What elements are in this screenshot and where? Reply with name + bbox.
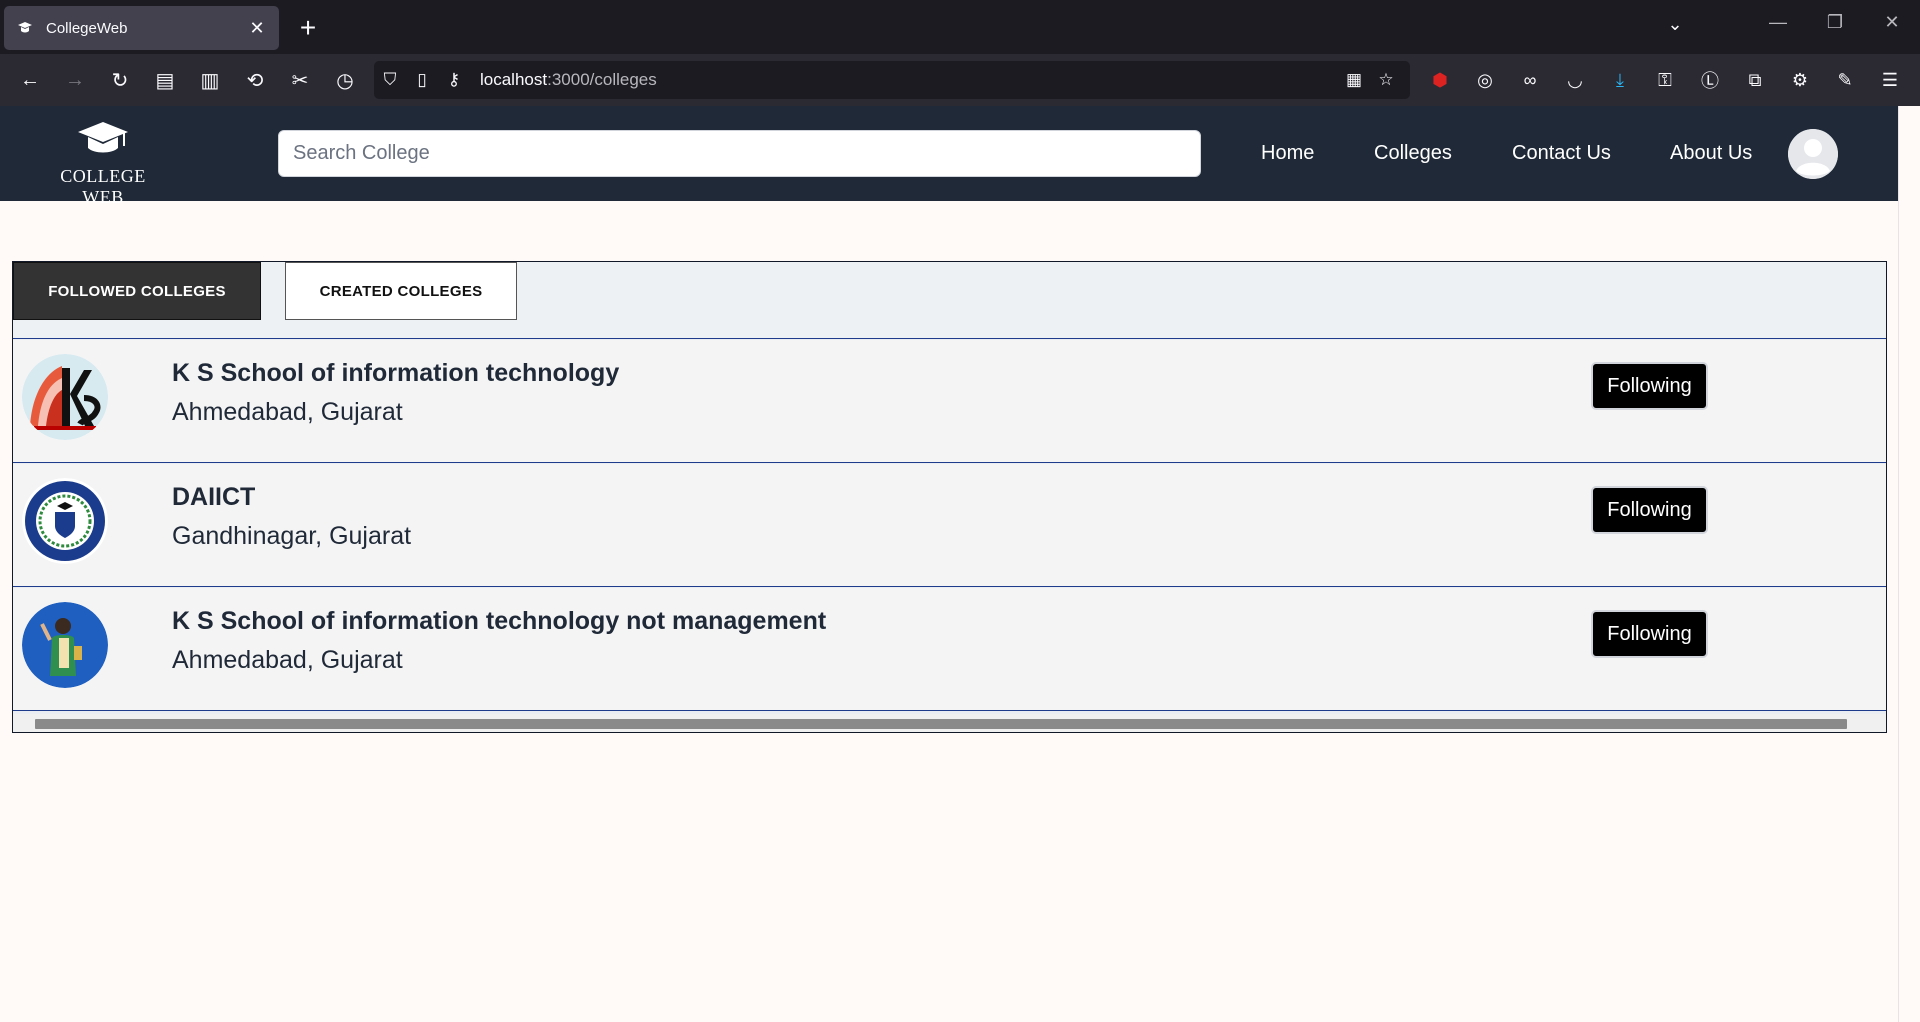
following-button[interactable]: Following [1591, 486, 1708, 534]
horizontal-scrollbar-thumb[interactable] [35, 719, 1847, 729]
reload-icon[interactable]: ↻ [104, 64, 136, 96]
minimize-window-icon[interactable]: — [1758, 12, 1798, 33]
tab-created-colleges[interactable]: CREATED COLLEGES [285, 262, 517, 320]
clock-icon[interactable]: ◷ [329, 64, 361, 96]
horizontal-scrollbar[interactable] [13, 714, 1886, 732]
restore-window-icon[interactable]: ❐ [1815, 12, 1855, 33]
app-menu-icon[interactable]: ☰ [1874, 64, 1906, 96]
graduation-cap-favicon-icon [16, 19, 34, 37]
following-button[interactable]: Following [1591, 610, 1708, 658]
close-tab-icon[interactable]: ✕ [247, 18, 267, 38]
page-viewport: COLLEGE WEB Home Colleges Contact Us Abo… [0, 106, 1898, 1022]
following-button[interactable]: Following [1591, 362, 1708, 410]
college-location: Gandhinagar, Gujarat [172, 522, 412, 550]
ks-school-logo [22, 354, 108, 440]
screenshot-icon[interactable]: ✂ [284, 64, 316, 96]
pocket-icon[interactable]: ◡ [1559, 64, 1591, 96]
pen-icon[interactable]: ✎ [1829, 64, 1861, 96]
graduation-cap-icon [38, 120, 168, 166]
college-location: Ahmedabad, Gujarat [172, 646, 403, 674]
browser-toolbar: ← → ↻ ▤ ▥ ⟲ ✂ ◷ ⛉ ▯ ⚷ localhost:3000/col… [0, 54, 1920, 106]
mask-icon[interactable]: ∞ [1514, 64, 1546, 96]
site-logo[interactable]: COLLEGE WEB [38, 120, 168, 207]
password-key-icon[interactable]: ⚿ [1649, 64, 1681, 96]
college-name[interactable]: DAIICT [172, 483, 255, 512]
forward-icon[interactable]: → [59, 64, 91, 96]
college-row[interactable]: DAIICT Gandhinagar, Gujarat Following [13, 464, 1886, 587]
download-icon[interactable]: ⤓ [1604, 64, 1636, 96]
history-icon[interactable]: ⟲ [239, 64, 271, 96]
glasses-extension-icon[interactable]: ◎ [1469, 64, 1501, 96]
tab-followed-colleges[interactable]: FOLLOWED COLLEGES [13, 262, 261, 320]
nav-colleges-link[interactable]: Colleges [1374, 142, 1452, 165]
extensions-icon[interactable]: ⧉ [1739, 64, 1771, 96]
user-avatar-icon[interactable] [1788, 129, 1838, 179]
new-tab-button[interactable]: + [292, 12, 324, 44]
browser-tab-title: CollegeWeb [46, 19, 128, 37]
nav-home-link[interactable]: Home [1261, 142, 1314, 165]
browser-tab[interactable]: CollegeWeb ✕ [4, 6, 279, 50]
nav-about-link[interactable]: About Us [1670, 142, 1752, 165]
college-photo-logo [22, 602, 108, 688]
college-tabs: FOLLOWED COLLEGES CREATED COLLEGES [13, 262, 1886, 339]
search-input[interactable] [278, 130, 1201, 177]
college-name[interactable]: K S School of information technology [172, 359, 619, 388]
vertical-scrollbar[interactable] [1898, 106, 1920, 1022]
colleges-panel: FOLLOWED COLLEGES CREATED COLLEGES K S S… [12, 261, 1887, 733]
nav-contact-link[interactable]: Contact Us [1512, 142, 1611, 165]
browser-tabbar: CollegeWeb ✕ + ⌄ — ❐ ✕ [0, 0, 1920, 54]
page-icon: ▯ [417, 70, 427, 89]
back-icon[interactable]: ← [14, 64, 46, 96]
college-name[interactable]: K S School of information technology not… [172, 607, 826, 636]
address-bar[interactable]: ⛉ ▯ ⚷ localhost:3000/colleges ▦ ☆ [374, 61, 1410, 99]
reader-view-icon[interactable]: ▥ [194, 64, 226, 96]
list-all-tabs-icon[interactable]: ⌄ [1660, 14, 1690, 35]
daiict-logo [22, 478, 108, 564]
url-text[interactable]: localhost:3000/colleges [480, 70, 657, 90]
ublock-icon[interactable]: ⬢ [1424, 64, 1456, 96]
key-icon[interactable]: ⚷ [438, 64, 470, 96]
logo-text: COLLEGE WEB [60, 166, 146, 207]
profile-l-icon[interactable]: Ⓛ [1694, 64, 1726, 96]
college-row[interactable]: K S School of information technology not… [13, 588, 1886, 711]
college-row[interactable]: K S School of information technology Ahm… [13, 340, 1886, 463]
site-header: COLLEGE WEB Home Colleges Contact Us Abo… [0, 106, 1898, 207]
shield-icon[interactable]: ⛉ [374, 64, 406, 96]
sidebar-icon[interactable]: ▤ [149, 64, 181, 96]
settings-gear-icon[interactable]: ⚙ [1784, 64, 1816, 96]
bookmark-star-icon[interactable]: ☆ [1370, 64, 1402, 96]
qr-code-icon[interactable]: ▦ [1338, 64, 1370, 96]
close-window-icon[interactable]: ✕ [1872, 12, 1912, 33]
college-location: Ahmedabad, Gujarat [172, 398, 403, 426]
